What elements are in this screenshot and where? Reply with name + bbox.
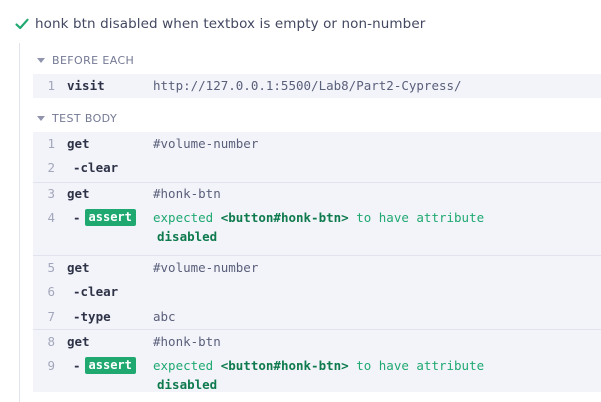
group-divider — [33, 255, 601, 256]
test-body-container: BEFORE EACH 1 visit http://127.0.0.1:550… — [19, 43, 601, 402]
command-number: 3 — [47, 186, 55, 201]
command-message: #honk-btn — [153, 334, 221, 349]
assert-message-attribute: disabled — [157, 377, 218, 392]
command-number: 8 — [47, 334, 55, 349]
cypress-command-log: honk btn disabled when textbox is empty … — [0, 0, 601, 402]
command-message: #volume-number — [153, 260, 259, 275]
before-each-label: BEFORE EACH — [52, 53, 135, 67]
command-name: get — [67, 334, 90, 349]
command-row[interactable]: 1 visit http://127.0.0.1:5500/Lab8/Part2… — [33, 74, 601, 98]
test-body-header[interactable]: TEST BODY — [37, 110, 117, 126]
assert-message-prefix: expected — [153, 210, 221, 225]
assert-row[interactable]: 9 - assert expected <button#honk-btn> to… — [33, 354, 601, 398]
command-name: get — [67, 186, 90, 201]
assert-command: - assert — [73, 209, 136, 226]
command-row[interactable]: 8 get #honk-btn — [33, 330, 601, 354]
assert-message: expected <button#honk-btn> to have attri… — [153, 358, 484, 373]
command-number: 2 — [47, 160, 55, 175]
assert-message-prefix: expected — [153, 358, 221, 373]
caret-down-icon — [37, 57, 45, 63]
test-body-label: TEST BODY — [52, 111, 118, 125]
command-message: #volume-number — [153, 136, 259, 151]
command-number: 1 — [47, 78, 55, 93]
check-icon — [15, 18, 29, 30]
command-name: visit — [67, 78, 105, 93]
command-dash: - — [73, 358, 81, 373]
caret-down-icon — [37, 115, 45, 121]
command-message: abc — [153, 309, 176, 324]
assert-message-suffix: to have attribute — [348, 358, 485, 373]
before-each-header[interactable]: BEFORE EACH — [37, 52, 134, 68]
command-message: #honk-btn — [153, 186, 221, 201]
command-number: 5 — [47, 260, 55, 275]
assert-message: expected <button#honk-btn> to have attri… — [153, 210, 484, 225]
assert-message-suffix: to have attribute — [348, 210, 485, 225]
command-dash: - — [73, 210, 81, 225]
command-row[interactable]: 5 get #volume-number — [33, 256, 601, 280]
command-row[interactable]: 1 get #volume-number — [33, 132, 601, 156]
command-number: 1 — [47, 136, 55, 151]
command-row[interactable]: 7 -type abc — [33, 305, 601, 329]
test-body-block: 1 get #volume-number 2 -clear 3 get #hon… — [33, 132, 601, 392]
test-title: honk btn disabled when textbox is empty … — [35, 16, 426, 32]
command-row[interactable]: 2 -clear — [33, 156, 601, 180]
command-number: 6 — [47, 284, 55, 299]
assert-row[interactable]: 4 - assert expected <button#honk-btn> to… — [33, 206, 601, 250]
command-row[interactable]: 6 -clear — [33, 280, 601, 304]
test-title-row[interactable]: honk btn disabled when textbox is empty … — [14, 14, 425, 34]
assert-message-subject: <button#honk-btn> — [220, 210, 349, 225]
assert-message-attribute: disabled — [157, 229, 218, 244]
command-message: http://127.0.0.1:5500/Lab8/Part2-Cypress… — [153, 78, 462, 93]
command-number: 7 — [47, 309, 55, 324]
command-number: 4 — [47, 210, 55, 225]
command-name: -clear — [73, 284, 119, 299]
command-name: -clear — [73, 160, 119, 175]
command-name: get — [67, 260, 90, 275]
assert-command: - assert — [73, 357, 136, 374]
command-row[interactable]: 3 get #honk-btn — [33, 182, 601, 206]
assert-badge: assert — [84, 357, 136, 374]
assert-badge: assert — [84, 209, 136, 226]
command-name: -type — [73, 309, 111, 324]
command-name: get — [67, 136, 90, 151]
command-number: 9 — [47, 358, 55, 373]
group-divider — [33, 182, 601, 183]
before-each-block: 1 visit http://127.0.0.1:5500/Lab8/Part2… — [33, 74, 601, 98]
group-divider — [33, 329, 601, 330]
assert-message-subject: <button#honk-btn> — [220, 358, 349, 373]
